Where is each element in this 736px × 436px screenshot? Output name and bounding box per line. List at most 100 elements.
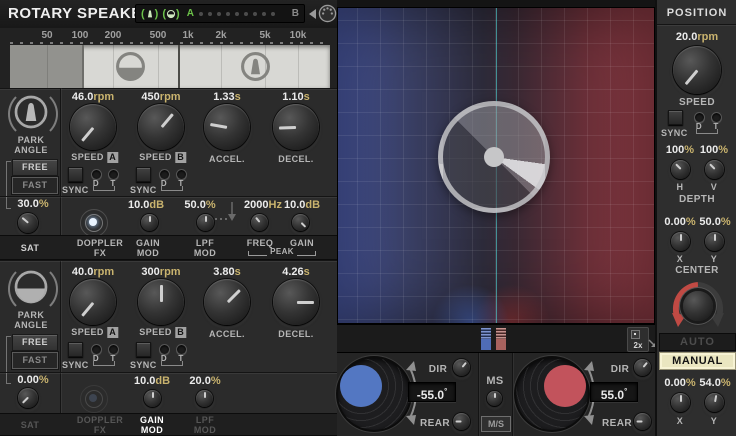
preset-morph-dots[interactable]: [199, 12, 292, 16]
fast-button[interactable]: FAST: [12, 352, 58, 369]
park-label: PARK: [18, 135, 44, 145]
ms-label: MS: [486, 375, 503, 387]
auto-button[interactable]: AUTO: [659, 333, 736, 351]
left-source-blob: [340, 365, 382, 407]
speed-a-knob[interactable]: [70, 104, 116, 150]
manual-y-knob[interactable]: [705, 393, 724, 412]
sync-label: SYNC: [661, 128, 688, 138]
sync-b-button[interactable]: [136, 167, 151, 182]
drum-park-section: PARK ANGLE FREE FAST 0.00%: [0, 264, 60, 413]
drum-select-icon[interactable]: (): [162, 8, 179, 20]
lpf-mod-knob[interactable]: [197, 214, 214, 231]
sync-bracket: [161, 186, 183, 191]
park-bracket: [6, 161, 11, 209]
peak-gain-value: 10.0dB: [284, 199, 320, 211]
sat-strip-horn: SAT: [0, 235, 60, 260]
freq-tick: 100: [72, 30, 89, 41]
sat-knob[interactable]: [18, 388, 38, 408]
rear-knob[interactable]: [453, 413, 470, 430]
center-x-knob[interactable]: [671, 232, 690, 251]
stereo-section: DIR -55.0° REAR MS M/S DIR 55.0° REAR: [337, 352, 655, 436]
position-sync-button[interactable]: [668, 110, 683, 125]
position-speed-knob[interactable]: [673, 46, 721, 94]
doppler-fx-button[interactable]: [80, 385, 108, 413]
speed-b-knob[interactable]: [138, 279, 184, 325]
center-label: CENTER: [675, 265, 719, 276]
gain-mod-label: GAINMOD: [140, 415, 164, 435]
decel-knob[interactable]: [273, 279, 319, 325]
preset-morph-box: () () A B: [135, 4, 305, 23]
sync-a-button[interactable]: [68, 167, 83, 182]
right-rotor-display[interactable]: [516, 358, 588, 430]
free-button[interactable]: FREE: [12, 334, 58, 351]
depth-label: DEPTH: [679, 194, 715, 205]
peak-gain-knob[interactable]: [292, 214, 309, 231]
drum-knob-row: 40.0rpm SPEEDA D T SYNC 300rpm SPEEDB D …: [60, 263, 337, 372]
doppler-fx-button[interactable]: [80, 209, 108, 237]
sat-label: SAT: [21, 243, 40, 253]
ms-mode-button[interactable]: M/S: [481, 416, 511, 432]
sat-knob[interactable]: [18, 213, 38, 233]
freq-tick: 1k: [182, 30, 193, 41]
speed-a-label: SPEEDA: [71, 152, 118, 163]
free-button[interactable]: FREE: [12, 159, 58, 176]
sync-a-button[interactable]: [68, 342, 83, 357]
fast-button[interactable]: FAST: [12, 177, 58, 194]
lpf-mod-label: LPFMOD: [194, 238, 216, 258]
accel-knob[interactable]: [204, 104, 250, 150]
horn-fx-labels: DOPPLERFX GAINMOD LPFMOD FREQ GAIN PEAK: [60, 235, 337, 260]
sat-value: 30.0%: [17, 198, 48, 210]
decel-knob[interactable]: [273, 104, 319, 150]
decel-value: 4.26s: [282, 266, 310, 278]
speed-a-knob[interactable]: [70, 279, 116, 325]
stereo-field-display[interactable]: [337, 7, 655, 324]
speed-b-knob[interactable]: [138, 104, 184, 150]
preset-a-label[interactable]: A: [187, 8, 194, 19]
accel-label: ACCEL.: [209, 154, 245, 164]
horn-select-icon[interactable]: (): [141, 8, 158, 20]
badge-b: B: [175, 327, 187, 338]
gui-scale-control[interactable]: 2x: [627, 327, 649, 352]
preset-b-label[interactable]: B: [292, 8, 299, 19]
dir-knob[interactable]: [453, 359, 470, 376]
manual-y-value: 54.0%: [699, 377, 730, 389]
accel-value: 1.33s: [213, 91, 241, 103]
left-rotor-display[interactable]: [338, 358, 410, 430]
crossover-band[interactable]: [10, 45, 330, 88]
rear-knob[interactable]: [634, 413, 651, 430]
drum-fx-labels: DOPPLERFX GAINMOD LPFMOD: [60, 413, 337, 436]
freq-gridline: [298, 45, 299, 88]
doppler-fx-label: DOPPLERFX: [77, 238, 123, 258]
x-label: X: [677, 416, 683, 426]
gain-mod-knob[interactable]: [141, 214, 158, 231]
left-channel-meter: [481, 328, 491, 350]
position-speed-label: SPEED: [679, 97, 715, 108]
ms-knob[interactable]: [487, 391, 502, 406]
lpf-mod-knob[interactable]: [196, 390, 213, 407]
sync-b-button[interactable]: [136, 342, 151, 357]
depth-h-knob[interactable]: [671, 160, 690, 179]
dir-label: DIR: [429, 364, 447, 375]
freq-tick: 500: [150, 30, 167, 41]
gain-mod-knob[interactable]: [144, 390, 161, 407]
drum-fx-row: 10.0dB 20.0%: [60, 373, 337, 413]
manual-x-knob[interactable]: [671, 393, 690, 412]
accel-knob[interactable]: [204, 279, 250, 325]
peak-freq-knob[interactable]: [251, 214, 268, 231]
depth-v-knob[interactable]: [705, 160, 724, 179]
rotary-speaker-plugin: ROTARY SPEAKER () () A B 50 100 200 500 …: [0, 0, 736, 436]
collapse-arrow-icon[interactable]: [309, 9, 316, 19]
gain-mod-value: 10.0dB: [128, 199, 164, 211]
drum-park-icon[interactable]: [13, 269, 49, 305]
dir-angle-readout: -55.0°: [408, 382, 456, 402]
dir-knob[interactable]: [634, 359, 651, 376]
midi-icon[interactable]: [318, 4, 337, 23]
center-y-knob[interactable]: [705, 232, 724, 251]
auto-position-knob[interactable]: [683, 291, 713, 321]
badge-a: A: [107, 152, 119, 163]
crossover-divider[interactable]: [178, 45, 180, 88]
center-x-value: 0.00%: [664, 216, 695, 228]
manual-button[interactable]: MANUAL: [659, 352, 736, 370]
rotor-disc[interactable]: [438, 101, 550, 213]
horn-park-icon[interactable]: [13, 94, 49, 130]
